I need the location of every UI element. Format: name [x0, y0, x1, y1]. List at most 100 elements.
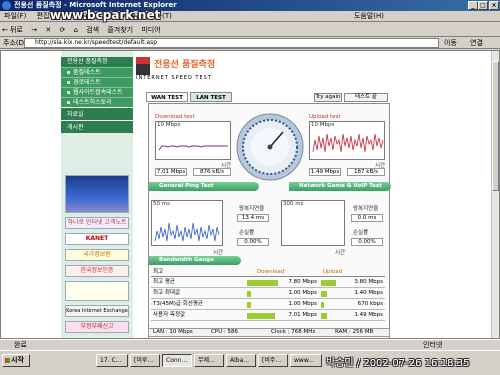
upload-speed-mbps: 1.49 Mbps	[309, 168, 341, 176]
task-button[interactable]: 무제...	[194, 354, 224, 367]
close-button[interactable]: ×	[489, 1, 499, 10]
info-cpu: CPU : 586	[211, 329, 239, 335]
banner-image[interactable]	[65, 175, 129, 213]
sidebar-item-route-test[interactable]: 경로테스트	[61, 77, 133, 87]
stop-button[interactable]: ✕	[45, 26, 51, 34]
menu-favorites[interactable]: 즐겨찾기(A)	[103, 12, 139, 20]
bullet-icon	[67, 71, 70, 74]
sidebar-item-label: 경로테스트	[73, 79, 101, 86]
start-label: 시작	[11, 356, 24, 364]
upload-bar	[321, 313, 327, 319]
game-rtt-value: 0.0 ms	[351, 214, 383, 222]
go-button[interactable]: 이동	[444, 37, 457, 49]
menu-bar: 파일(F) 편집(E) 보기(V) 즐겨찾기(A) 도구(T) 도움말(H)	[0, 11, 500, 22]
ping-graph-svg	[154, 222, 220, 242]
menu-help[interactable]: 도움말(H)	[354, 11, 384, 22]
download-bar	[247, 302, 251, 308]
upload-speed-kbps: 187 kB/s	[347, 168, 385, 176]
task-button[interactable]: [비주...	[258, 354, 288, 367]
page-content: 전용선 품질측정 품질테스트 경로테스트 웹사이트접속테스트 테스트히스토리 자…	[0, 50, 500, 339]
task-button[interactable]: 17. C...	[96, 354, 128, 367]
sidebar-section-board[interactable]: 게시판	[61, 120, 133, 133]
bandwidth-row-label: 사용자 측정값	[153, 312, 186, 318]
refresh-button[interactable]: ⟳	[59, 26, 65, 34]
minimize-button[interactable]: _	[468, 1, 478, 10]
tab-wan-test[interactable]: WAN TEST	[146, 92, 188, 102]
ad-banner-yellow[interactable]	[65, 281, 129, 301]
links-button[interactable]: 연결	[470, 37, 483, 49]
ad-kix[interactable]: Korea Internet Exchange	[65, 305, 129, 317]
scrollbar-thumb[interactable]	[492, 61, 499, 191]
upload-value: 3.80 Mbps	[354, 279, 383, 285]
upload-value: 1.40 Mbps	[354, 290, 383, 296]
task-button[interactable]: Conn...	[162, 354, 192, 367]
game-loss-value: 0.00%	[351, 238, 383, 246]
sidebar: 전용선 품질측정 품질테스트 경로테스트 웹사이트접속테스트 테스트히스토리 자…	[61, 51, 133, 338]
upload-bar	[321, 291, 327, 297]
sidebar-section-archive[interactable]: 자료실	[61, 107, 133, 120]
sidebar-item-label: 웹사이트접속테스트	[73, 89, 123, 96]
download-speed-kbps: 876 kB/s	[193, 168, 231, 176]
ad-corruption[interactable]: 부정부패신고	[65, 321, 129, 333]
bandwidth-row: T3(45M)급 회선평균 1.00 Mbps 670 kbps	[151, 300, 385, 310]
sidebar-item-quality-test[interactable]: 품질테스트	[61, 67, 133, 77]
task-button[interactable]: www...	[290, 354, 322, 367]
bandwidth-row-label: T3(45M)급 회선평균	[153, 301, 203, 307]
bandwidth-head-upload: Upload	[323, 269, 343, 275]
maximize-button[interactable]: □	[478, 1, 488, 10]
game-scale: 300 ms	[283, 201, 304, 207]
sidebar-item-website-test[interactable]: 웹사이트접속테스트	[61, 87, 133, 97]
menu-file[interactable]: 파일(F)	[4, 12, 26, 20]
menu-tools[interactable]: 도구(T)	[149, 12, 172, 20]
bandwidth-head-download: Download	[257, 269, 285, 275]
task-button[interactable]: Alba...	[226, 354, 256, 367]
download-bar	[247, 291, 251, 297]
menu-view[interactable]: 보기(V)	[70, 12, 93, 20]
home-button[interactable]: ⌂	[74, 26, 78, 34]
download-value: 7.80 Mbps	[288, 279, 317, 285]
ping-test-header: General Ping Test	[149, 182, 259, 191]
info-ram: RAM : 256 MB	[335, 329, 374, 335]
brand-title: 전용선 품질측정	[154, 60, 216, 70]
bandwidth-row: 최고 평균 7.80 Mbps 3.80 Mbps	[151, 278, 385, 288]
bullet-icon	[67, 101, 70, 104]
test-status: 테스트 끝	[344, 93, 388, 102]
ad-hanaro[interactable]: 하나로 인터넷 고객노트	[65, 217, 129, 229]
info-clock: Clock : 768 MHz	[271, 329, 316, 335]
upload-value: 670 kbps	[357, 301, 383, 307]
try-again-button[interactable]: Try again	[314, 93, 342, 102]
favorites-button[interactable]: 즐겨찾기	[107, 26, 133, 34]
game-graph: 300 ms	[281, 200, 345, 246]
tab-lan-test[interactable]: LAN TEST	[190, 92, 232, 102]
vertical-scrollbar[interactable]	[491, 51, 499, 338]
upload-graph-svg	[312, 133, 384, 153]
bullet-icon	[67, 91, 70, 94]
ad-kanet[interactable]: KANET	[65, 233, 129, 245]
download-graph-svg	[158, 145, 228, 151]
ad-kica[interactable]: 한국정보인증	[65, 265, 129, 277]
back-button[interactable]: ← 뒤로	[2, 26, 23, 34]
ie-window: 전용선 품질측정 - Microsoft Internet Explorer _…	[0, 0, 500, 375]
bandwidth-head-item: 최고	[153, 269, 164, 275]
screenshot-signature: 박승민 / 2002-07-26 16:18:35	[326, 358, 470, 369]
bullet-icon	[67, 81, 70, 84]
address-bar: 주소(D) http://sla.kix.ne.kr/speedtest/def…	[0, 37, 500, 49]
ping-loss-value: 0.00%	[237, 238, 269, 246]
download-value: 7.01 Mbps	[288, 312, 317, 318]
address-input[interactable]: http://sla.kix.ne.kr/speedtest/default.a…	[24, 38, 439, 48]
forward-button[interactable]: →	[31, 26, 37, 34]
media-button[interactable]: 미디어	[141, 26, 160, 34]
search-button[interactable]: 검색	[86, 26, 99, 34]
download-title: Download test	[155, 114, 195, 120]
game-loss-label: 손실률	[353, 230, 369, 236]
menu-edit[interactable]: 편집(E)	[37, 12, 60, 20]
brand-subtitle: INTERNET SPEED TEST	[136, 75, 212, 81]
start-button[interactable]: 시작	[2, 354, 30, 367]
task-button[interactable]: [미루...	[130, 354, 160, 367]
ad-nis[interactable]: 국가정보원	[65, 249, 129, 261]
bandwidth-row-label: 최고 최대값	[153, 290, 181, 296]
ping-axis-label: 시간	[213, 250, 224, 256]
window-title: 전용선 품질측정 - Microsoft Internet Explorer	[14, 1, 177, 9]
sidebar-item-history[interactable]: 테스트히스토리	[61, 97, 133, 107]
status-bar: 완료 인터넷	[0, 339, 500, 350]
